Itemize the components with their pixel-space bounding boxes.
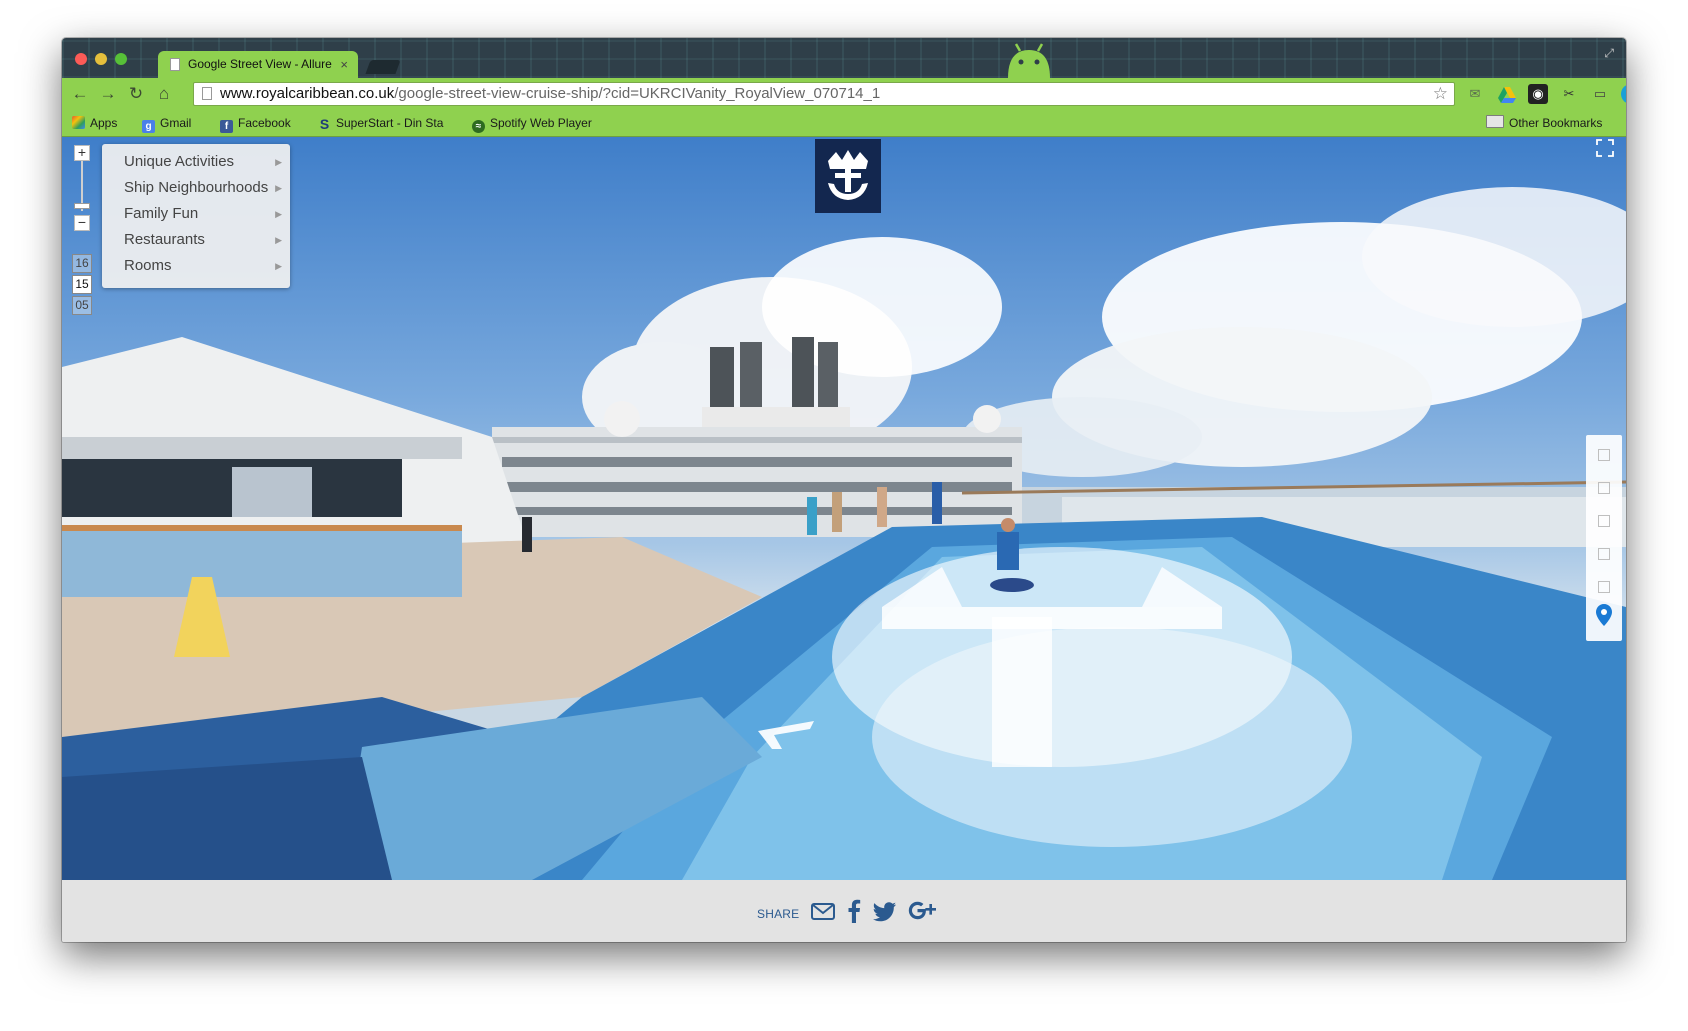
expand-icon[interactable] — [1596, 139, 1614, 157]
panorama-image — [62, 187, 1626, 880]
cast-icon[interactable]: ▭ — [1590, 84, 1610, 104]
apps-grid-icon — [72, 116, 85, 129]
tab-title: Google Street View - Allure — [188, 57, 332, 71]
chevron-right-icon: ▶ — [275, 157, 282, 167]
menu-item-ship-neighbourhoods[interactable]: Ship Neighbourhoods ▶ — [102, 175, 290, 201]
bookmark-gmail[interactable]: g Gmail — [142, 115, 192, 133]
menu-item-restaurants[interactable]: Restaurants ▶ — [102, 227, 290, 253]
url-path: /google-street-view-cruise-ship/?cid=UKR… — [394, 85, 881, 102]
deck-button-16[interactable]: 16 — [72, 254, 92, 273]
url-host: www.royalcaribbean.co.uk — [220, 85, 395, 102]
rail-checkbox-2[interactable] — [1598, 482, 1610, 494]
other-bookmarks[interactable]: Other Bookmarks — [1486, 115, 1602, 131]
chevron-right-icon: ▶ — [275, 261, 282, 271]
map-pin-icon[interactable] — [1595, 603, 1613, 627]
chevron-right-icon: ▶ — [275, 209, 282, 219]
drive-icon[interactable] — [1497, 84, 1517, 104]
twitter-icon[interactable] — [872, 898, 898, 924]
google-icon: g — [142, 120, 155, 133]
android-theme-icon — [1008, 43, 1050, 78]
bookmark-superstart[interactable]: S SuperStart - Din Sta — [318, 115, 460, 131]
facebook-icon[interactable] — [846, 898, 862, 924]
mail-icon[interactable]: ✉ — [1465, 84, 1485, 104]
scissors-icon[interactable]: ✂ — [1559, 84, 1579, 104]
menu-item-rooms[interactable]: Rooms ▶ — [102, 253, 290, 279]
zoom-out-button[interactable]: − — [74, 215, 90, 231]
bookmark-label: Facebook — [238, 116, 291, 130]
deck-button-05[interactable]: 05 — [72, 296, 92, 315]
menu-item-label: Family Fun — [124, 205, 199, 222]
menu-item-unique-activities[interactable]: Unique Activities ▶ — [102, 149, 290, 175]
page-icon — [202, 87, 212, 100]
browser-window: Google Street View - Allure × ⤢ ← → ↻ ⌂ … — [62, 38, 1626, 942]
address-bar[interactable]: www.royalcaribbean.co.uk/google-street-v… — [193, 82, 1455, 106]
email-icon[interactable] — [810, 898, 836, 924]
folder-icon — [1486, 115, 1504, 128]
zoom-in-button[interactable]: + — [74, 145, 90, 161]
royal-caribbean-logo — [815, 139, 881, 213]
bookmark-star-icon[interactable]: ☆ — [1433, 83, 1448, 105]
back-button[interactable]: ← — [68, 82, 92, 106]
share-bar: SHARE — [62, 880, 1626, 942]
menu-item-label: Rooms — [124, 257, 172, 274]
other-bookmarks-label: Other Bookmarks — [1509, 116, 1603, 130]
crown-anchor-icon — [828, 150, 868, 200]
chevron-right-icon: ▶ — [275, 235, 282, 245]
page-icon — [170, 58, 180, 71]
menu-item-family-fun[interactable]: Family Fun ▶ — [102, 201, 290, 227]
url-text: www.royalcaribbean.co.uk/google-street-v… — [220, 83, 880, 105]
fullscreen-icon[interactable]: ⤢ — [1604, 46, 1614, 61]
rail-checkbox-1[interactable] — [1598, 449, 1610, 461]
forward-button[interactable]: → — [96, 82, 120, 106]
menu-item-label: Restaurants — [124, 231, 205, 248]
m-extension-icon[interactable]: M — [1621, 84, 1626, 104]
rail-checkbox-4[interactable] — [1598, 548, 1610, 560]
deck-button-15[interactable]: 15 — [72, 275, 92, 294]
new-tab-button[interactable] — [365, 60, 401, 74]
street-view-panorama[interactable]: + − 16 15 05 Unique Activities ▶ Ship Nei… — [62, 137, 1626, 880]
rail-checkbox-5[interactable] — [1598, 581, 1610, 593]
tab-active[interactable]: Google Street View - Allure × — [158, 51, 358, 78]
category-menu: Unique Activities ▶ Ship Neighbourhoods ▶ … — [102, 144, 290, 288]
rail-checkbox-3[interactable] — [1598, 515, 1610, 527]
home-button[interactable]: ⌂ — [152, 82, 176, 106]
bookmark-facebook[interactable]: f Facebook — [220, 115, 291, 133]
bookmark-label: Gmail — [160, 116, 192, 130]
zoom-window-button[interactable] — [115, 53, 127, 65]
location-rail — [1586, 435, 1622, 641]
toolbar: ← → ↻ ⌂ www.royalcaribbean.co.uk/google-… — [62, 78, 1626, 110]
superstart-icon: S — [319, 116, 330, 131]
spotify-icon: ≈ — [472, 120, 485, 133]
owl-extension-icon[interactable]: ◉ — [1528, 84, 1548, 104]
facebook-icon: f — [220, 120, 233, 133]
navigation-arrow-icon[interactable] — [752, 717, 822, 753]
menu-item-label: Ship Neighbourhoods — [124, 179, 269, 196]
bookmark-label: SuperStart - Din Sta — [336, 116, 444, 130]
share-label: SHARE — [757, 907, 800, 921]
minimize-window-button[interactable] — [95, 53, 107, 65]
google-plus-icon[interactable] — [908, 898, 938, 924]
chevron-right-icon: ▶ — [275, 183, 282, 193]
bookmark-apps[interactable]: Apps — [72, 115, 117, 131]
tab-close-icon[interactable]: × — [340, 51, 348, 78]
menu-item-label: Unique Activities — [124, 153, 235, 170]
bookmarks-bar: Apps g Gmail f Facebook S SuperStart - Din … — [62, 110, 1626, 137]
bookmark-label: Apps — [90, 116, 118, 130]
zoom-slider-handle[interactable] — [74, 203, 90, 209]
reload-button[interactable]: ↻ — [124, 82, 148, 106]
close-window-button[interactable] — [75, 53, 87, 65]
zoom-control: + − — [74, 145, 90, 235]
bookmark-spotify[interactable]: ≈ Spotify Web Player — [472, 115, 592, 133]
tab-strip: Google Street View - Allure × ⤢ — [62, 38, 1626, 78]
bookmark-label: Spotify Web Player — [490, 116, 592, 130]
deck-selector: 16 15 05 — [72, 254, 92, 317]
